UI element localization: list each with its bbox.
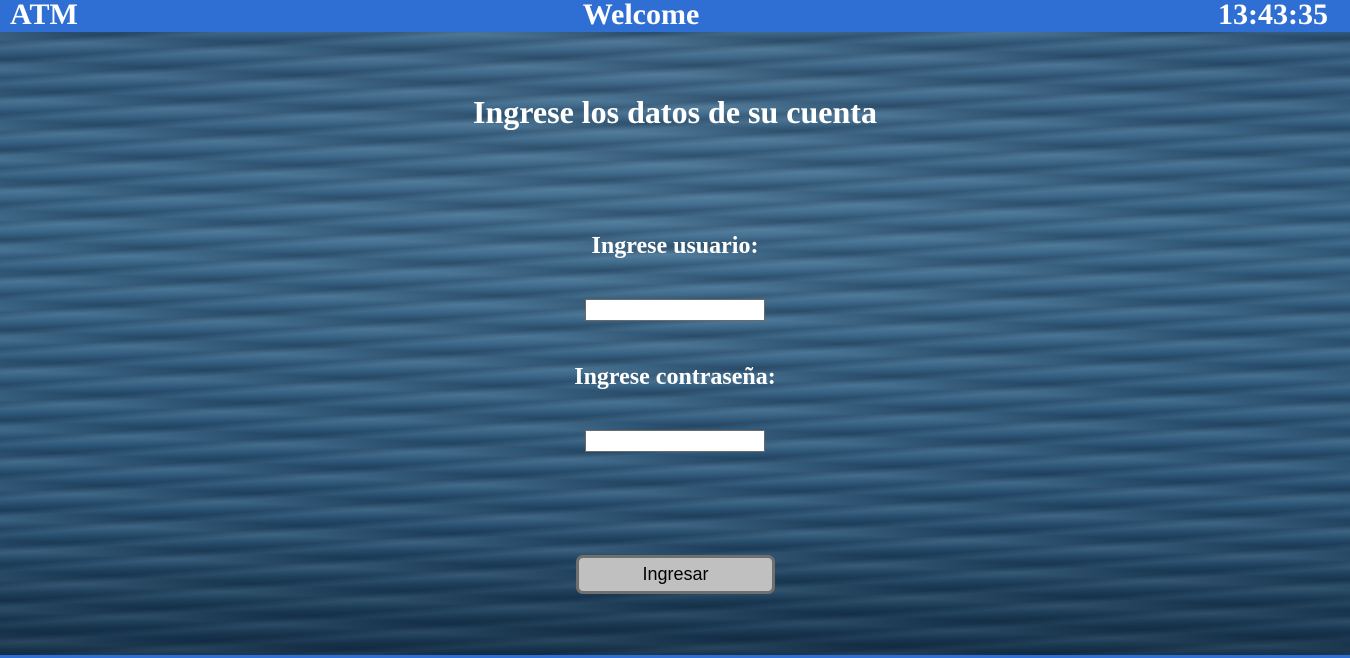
password-label: Ingrese contraseña:: [574, 364, 776, 390]
login-button[interactable]: Ingresar: [576, 555, 775, 594]
window-title: Welcome: [582, 0, 700, 31]
username-label: Ingrese usuario:: [591, 233, 759, 259]
top-bar: ATM Welcome 13:43:35: [0, 0, 1350, 32]
password-input[interactable]: [585, 430, 765, 452]
username-input[interactable]: [585, 299, 765, 321]
page-title: Ingrese los datos de su cuenta: [473, 94, 877, 130]
clock: 13:43:35: [1218, 0, 1328, 31]
